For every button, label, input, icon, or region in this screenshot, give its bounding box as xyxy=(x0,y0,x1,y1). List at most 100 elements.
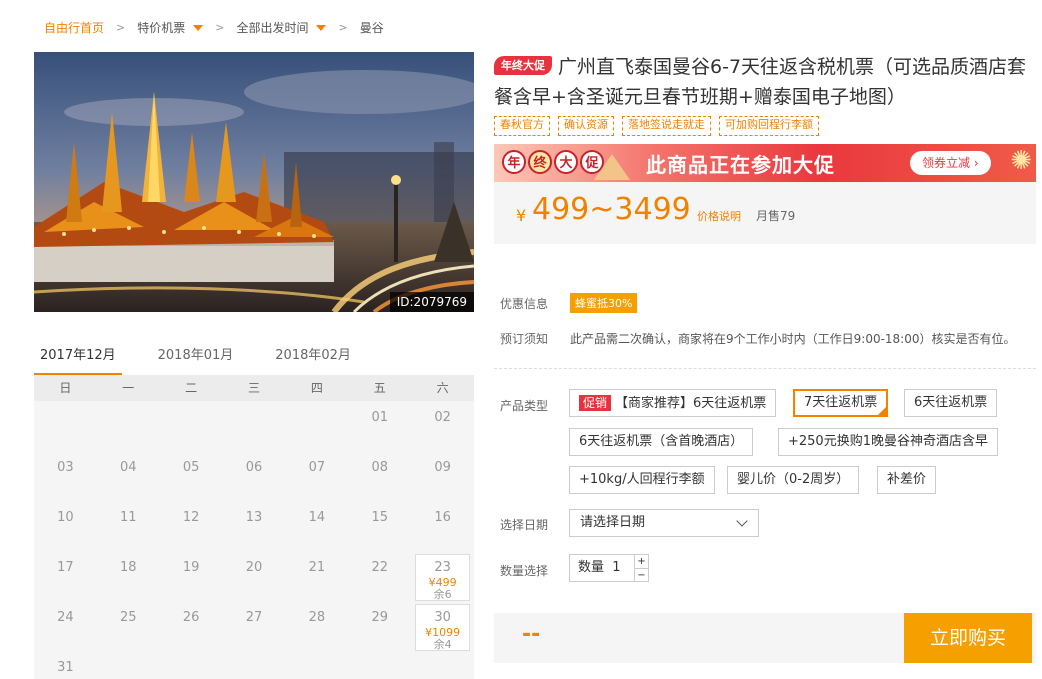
calendar-day xyxy=(34,401,97,451)
calendar-day: 24 xyxy=(34,601,97,651)
quantity-buttons: + − xyxy=(634,555,648,581)
date-select-label: 选择日期 xyxy=(500,518,549,532)
quantity-label: 数量选择 xyxy=(500,564,549,578)
calendar-day-number: 19 xyxy=(182,560,200,575)
breadcrumb: 自由行首页 > 特价机票 > 全部出发时间 > 曼谷 xyxy=(44,18,384,36)
calendar-day-number: 02 xyxy=(434,410,451,425)
calendar-day-stock: 余4 xyxy=(433,638,452,651)
calendar-day-number: 29 xyxy=(371,610,388,625)
calendar-day-bookable[interactable]: 30 ¥1099 余4 xyxy=(411,601,474,651)
firework-icon: ✺ xyxy=(1010,146,1032,176)
calendar-day-number: 17 xyxy=(57,560,74,575)
price-range: 499~3499 xyxy=(532,192,691,227)
calendar-day-number: 16 xyxy=(434,510,451,525)
calendar-day: 04 xyxy=(97,451,160,501)
calendar-day-number: 24 xyxy=(57,610,74,625)
calendar-month-tabs: 2017年12月 2018年01月 2018年02月 xyxy=(34,340,474,376)
price-explanation-link[interactable]: 价格说明 xyxy=(697,208,741,224)
calendar-day: 22 xyxy=(348,551,411,601)
chevron-down-icon xyxy=(736,515,748,527)
option-extra-baggage[interactable]: +10kg/人回程行李额 xyxy=(569,466,715,494)
buy-bar: -- 立即购买 xyxy=(494,613,1036,663)
calendar-day: 11 xyxy=(97,501,160,551)
caret-down-icon xyxy=(316,25,327,31)
calendar-day: 25 xyxy=(97,601,160,651)
calendar-day: 17 xyxy=(34,551,97,601)
product-tag: 春秋官方 xyxy=(494,116,550,136)
option-infant-price[interactable]: 婴儿价（0-2周岁） xyxy=(727,466,860,494)
calendar-week-row: 10 11 12 13 14 15 16 xyxy=(34,501,474,551)
calendar-day: 03 xyxy=(34,451,97,501)
tab-month-2018-02[interactable]: 2018年02月 xyxy=(269,340,357,376)
tab-month-2018-01[interactable]: 2018年01月 xyxy=(152,340,240,376)
calendar-day: 18 xyxy=(97,551,160,601)
product-hero-image[interactable]: ID:2079769 xyxy=(34,52,474,312)
price-box: ¥ 499~3499 价格说明 月售79 xyxy=(494,182,1036,244)
product-summary: 年终大促 广州直飞泰国曼谷6-7天往返含税机票（可选品质酒店套餐含早+含圣诞元旦春… xyxy=(494,52,1036,244)
calendar-week-row: 01 02 xyxy=(34,401,474,451)
option-hotel-upgrade[interactable]: +250元换购1晚曼谷神奇酒店含早 xyxy=(778,428,998,456)
calendar-day-number: 21 xyxy=(308,560,326,575)
calendar-day-number: 03 xyxy=(57,460,74,475)
calendar-day: 26 xyxy=(160,601,223,651)
calendar-day: 06 xyxy=(223,451,286,501)
calendar-day: 21 xyxy=(285,551,348,601)
chevron-right-icon: > xyxy=(215,20,225,34)
calendar-day xyxy=(348,651,411,679)
calendar-day-number: 01 xyxy=(371,410,388,425)
option-recommended-6day[interactable]: 促销 【商家推荐】6天往返机票 xyxy=(569,389,777,417)
calendar-day-number: 08 xyxy=(371,460,388,475)
weekday-label: 四 xyxy=(310,381,323,395)
monthly-sales: 月售79 xyxy=(756,209,796,223)
calendar-day-number: 14 xyxy=(308,510,326,525)
calendar-day-number: 27 xyxy=(245,610,263,625)
calendar-week-row: 31 xyxy=(34,651,474,679)
calendar-day: 15 xyxy=(348,501,411,551)
pyramid-icon xyxy=(594,154,630,180)
option-7day-roundtrip[interactable]: 7天往返机票 ✓ xyxy=(793,389,889,417)
quantity-minus-button[interactable]: − xyxy=(635,569,648,582)
buy-now-button[interactable]: 立即购买 xyxy=(904,613,1032,663)
calendar-day-bookable[interactable]: 23 ¥499 余6 xyxy=(411,551,474,601)
discount-badge: 蜂蜜抵30% xyxy=(570,293,638,313)
calendar-day: 16 xyxy=(411,501,474,551)
divider xyxy=(494,368,1036,369)
calendar-day xyxy=(285,401,348,451)
calendar-body: 01 02 03 04 05 06 07 08 09 10 11 12 13 14 15 16 17 18 19 20… xyxy=(34,401,474,679)
notice-label: 预订须知 xyxy=(500,331,549,346)
calendar-day: 01 xyxy=(348,401,411,451)
quantity-plus-button[interactable]: + xyxy=(635,555,648,569)
calendar-day xyxy=(160,401,223,451)
option-price-difference[interactable]: 补差价 xyxy=(877,466,937,494)
quantity-stepper[interactable]: 数量 1 + − xyxy=(569,554,649,582)
caret-down-icon xyxy=(193,25,204,31)
weekday-label: 六 xyxy=(436,381,449,395)
calendar-day xyxy=(411,651,474,679)
promo-tag: 促销 xyxy=(579,395,612,411)
calendar-day-number: 26 xyxy=(182,610,200,625)
calendar-day xyxy=(223,651,286,679)
date-select-dropdown[interactable]: 请选择日期 xyxy=(569,509,759,537)
image-id-label: ID:2079769 xyxy=(389,292,474,312)
promo-banner[interactable]: 年 终 大 促 此商品正在参加大促 领券立减 › ✺ xyxy=(494,144,1036,182)
year-end-promo-badge: 年终大促 xyxy=(494,56,552,75)
breadcrumb-cheap-flights[interactable]: 特价机票 xyxy=(137,19,204,36)
breadcrumb-bangkok[interactable]: 曼谷 xyxy=(360,19,384,36)
calendar-day: 14 xyxy=(285,501,348,551)
calendar-weekday-header: 日 一 二 三 四 五 六 xyxy=(34,375,474,401)
promo-banner-logo: 年 终 大 促 xyxy=(502,150,604,174)
breadcrumb-home-link[interactable]: 自由行首页 xyxy=(44,19,104,36)
option-6day-with-hotel[interactable]: 6天往返机票（含首晚酒店） xyxy=(569,428,754,456)
booking-notice: 此产品需二次确认，商家将在9个工作小时内（工作日9:00-18:00）核实是否有… xyxy=(570,331,1016,346)
calendar-day: 05 xyxy=(160,451,223,501)
calendar-day-number: 11 xyxy=(120,510,137,525)
calendar-day-number: 04 xyxy=(120,460,137,475)
calendar-day-number: 30 xyxy=(434,610,451,625)
calendar-day-stock: 余6 xyxy=(433,588,452,601)
claim-coupon-button[interactable]: 领券立减 › xyxy=(910,151,991,175)
breadcrumb-departure-time[interactable]: 全部出发时间 xyxy=(236,19,327,36)
option-6day-roundtrip[interactable]: 6天往返机票 xyxy=(904,389,998,417)
chevron-right-icon: > xyxy=(116,20,126,34)
tab-month-2017-12[interactable]: 2017年12月 xyxy=(34,340,122,376)
calendar-day: 29 xyxy=(348,601,411,651)
